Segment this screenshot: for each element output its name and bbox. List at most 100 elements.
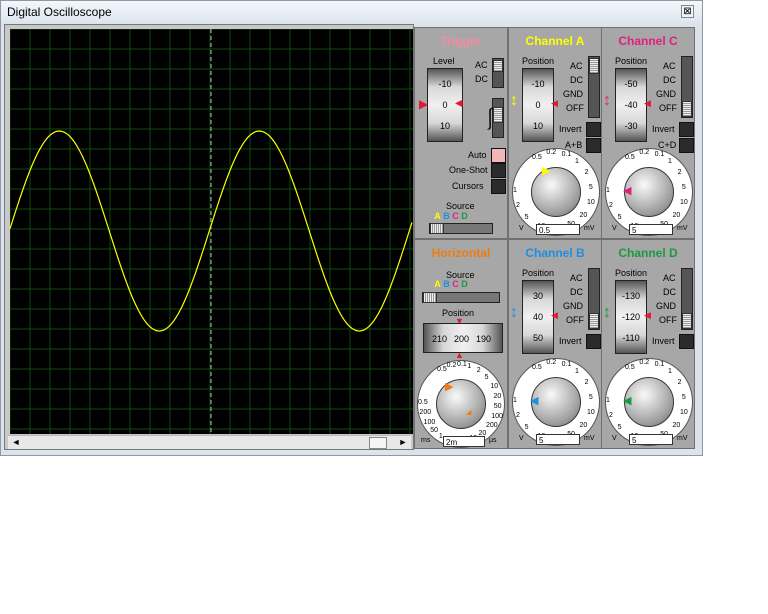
channel-a-scale-value-field[interactable]: 0.5 [536, 224, 580, 235]
channel-d-position-selector[interactable]: -130 -120 -110 [615, 280, 647, 354]
channel-d-invert-button[interactable] [679, 334, 694, 349]
trigger-tick-0: -10 [438, 79, 452, 89]
channel-d-invert-label: Invert [652, 336, 675, 346]
trigger-title: Trigger [440, 34, 482, 48]
channel-c-tick-1: -40 [624, 100, 638, 110]
channel-a-dial-tick: 2 [516, 201, 520, 209]
channel-b-knob[interactable] [531, 377, 581, 427]
channel-a-mode-ac: AC [570, 61, 583, 71]
horizontal-dial-tick: 0.5 [418, 399, 428, 406]
auto-button[interactable] [491, 148, 506, 163]
channel-d-tick-0: -130 [621, 291, 640, 301]
timebase-value-field[interactable]: 2m [443, 436, 485, 447]
channel-c-position-selector[interactable]: -50 -40 -30 [615, 68, 647, 142]
channel-c-invert-button[interactable] [679, 122, 694, 137]
timebase-knob[interactable] [436, 379, 486, 429]
channel-c-invert-label: Invert [652, 124, 675, 134]
oneshot-button[interactable] [491, 163, 506, 178]
horizontal-position-selector[interactable]: 210 200 190 [423, 323, 503, 353]
channel-c-mode-switch[interactable] [681, 56, 693, 118]
channel-a-unit-right: mV [584, 225, 595, 232]
channel-b-mode-thumb[interactable] [589, 313, 599, 329]
trigger-source-d: D [461, 211, 468, 221]
horizontal-source-c: C [452, 279, 459, 289]
scroll-left-arrow-icon[interactable]: ◄ [10, 436, 22, 449]
horizontal-dial-tick: 0.2 [446, 362, 457, 370]
channel-c-knob[interactable] [624, 167, 674, 217]
channel-b-scale-dial[interactable]: 0.50.20.11251020502010521 [512, 358, 600, 446]
channel-d-scale-dial[interactable]: 0.50.20.11251020502010521 [605, 358, 693, 446]
channel-a-marker-right-icon: ◀ [551, 98, 558, 108]
channel-b-unit-left: V [519, 435, 524, 442]
channel-c-combine-button[interactable] [679, 138, 694, 153]
channel-c-title: Channel C [618, 34, 678, 48]
channel-c-unit-left: V [612, 225, 617, 232]
scroll-thumb[interactable] [369, 437, 387, 449]
channel-b-scale-value-field[interactable]: 5 [536, 434, 580, 445]
channel-a-invert-button[interactable] [586, 122, 601, 137]
channel-a-mode-off: OFF [566, 103, 584, 113]
channel-a-scale-dial[interactable]: 0.50.20.11251020502010521 [512, 148, 600, 236]
horizontal-dial-tick: 0.5 [437, 366, 447, 374]
close-button[interactable]: ⊠ [681, 5, 694, 18]
title-bar[interactable]: Digital Oscilloscope ⊠ [1, 1, 702, 23]
channel-c-dial-tick: 0.1 [654, 150, 665, 158]
horizontal-dial-tick: 0.1 [457, 361, 467, 368]
channel-b-unit-right: mV [584, 435, 595, 442]
channel-c-position-label: Position [615, 56, 648, 66]
channel-c-dial-tick: 1 [668, 157, 672, 165]
channel-c-mode-thumb[interactable] [682, 101, 692, 117]
channel-d-mode-ac: AC [663, 273, 676, 283]
channel-b-mode-switch[interactable] [588, 268, 600, 330]
horizontal-dial-tick: 50 [493, 403, 502, 411]
channel-b-dial-tick: 20 [579, 422, 588, 430]
channel-a-mode-gnd: GND [563, 89, 583, 99]
timebase-dial[interactable]: 0.50.20.11251020501002002010521501002000… [417, 360, 505, 448]
channel-b-invert-button[interactable] [586, 334, 601, 349]
channel-b-pointer-icon: ◀ [530, 395, 539, 407]
channel-a-mode-thumb[interactable] [589, 58, 599, 74]
trigger-source-a: A [434, 211, 441, 221]
channel-d-knob[interactable] [624, 377, 674, 427]
channel-c-panel: Channel C Position -50 -40 -30 ↕ ◀ AC DC… [601, 27, 695, 239]
scroll-right-arrow-icon[interactable]: ► [397, 436, 409, 449]
channel-c-scale-value-field[interactable]: 5 [629, 224, 673, 235]
channel-b-dial-tick: 2 [584, 379, 589, 387]
timebase-unit-left: ms [421, 437, 431, 444]
channel-b-dial-tick: 2 [516, 411, 520, 419]
channel-a-position-selector[interactable]: -10 0 10 [522, 68, 554, 142]
channel-a-panel: Channel A Position -10 0 10 ↕ ◀ AC DC GN… [508, 27, 602, 239]
trigger-ac-label: AC [475, 60, 488, 70]
horizontal-source-thumb[interactable] [423, 292, 437, 303]
channel-a-combine-label: A+B [565, 140, 583, 150]
channel-d-mode-thumb[interactable] [682, 313, 692, 329]
trigger-coupling-switch[interactable] [492, 58, 504, 88]
channel-a-combine-button[interactable] [586, 138, 601, 153]
window-title: Digital Oscilloscope [7, 5, 112, 19]
horizontal-source-slider[interactable] [422, 292, 500, 303]
trigger-coupling-thumb[interactable] [493, 60, 503, 72]
channel-b-dial-tick: 5 [588, 393, 593, 401]
horizontal-scrollbar[interactable]: ◄ ► [8, 435, 411, 449]
channel-d-mode-switch[interactable] [681, 268, 693, 330]
channel-b-dial-tick: 10 [587, 409, 595, 417]
channel-b-dial-tick: 1 [575, 367, 579, 375]
channel-a-mode-switch[interactable] [588, 56, 600, 118]
channel-d-dial-tick: 0.1 [654, 360, 665, 368]
channel-c-dial-tick: 10 [680, 199, 688, 207]
channel-d-dial-tick: 2 [677, 379, 682, 387]
trigger-source-thumb[interactable] [430, 223, 444, 234]
channel-b-marker-right-icon: ◀ [551, 310, 558, 320]
cursors-button[interactable] [491, 179, 506, 194]
channel-b-position-selector[interactable]: 30 40 50 [522, 280, 554, 354]
channel-a-position-label: Position [522, 56, 555, 66]
channel-c-scale-dial[interactable]: 0.50.20.11251020502010521 [605, 148, 693, 236]
channel-d-marker-right-icon: ◀ [644, 310, 651, 320]
channel-d-scale-value-field[interactable]: 5 [629, 434, 673, 445]
channel-c-unit-right: mV [677, 225, 688, 232]
display-frame: ◄ ► [4, 24, 414, 450]
horizontal-tick-1: 200 [454, 334, 470, 344]
channel-c-marker-right-icon: ◀ [644, 98, 651, 108]
channel-a-knob[interactable] [531, 167, 581, 217]
trigger-source-slider[interactable] [429, 223, 493, 234]
